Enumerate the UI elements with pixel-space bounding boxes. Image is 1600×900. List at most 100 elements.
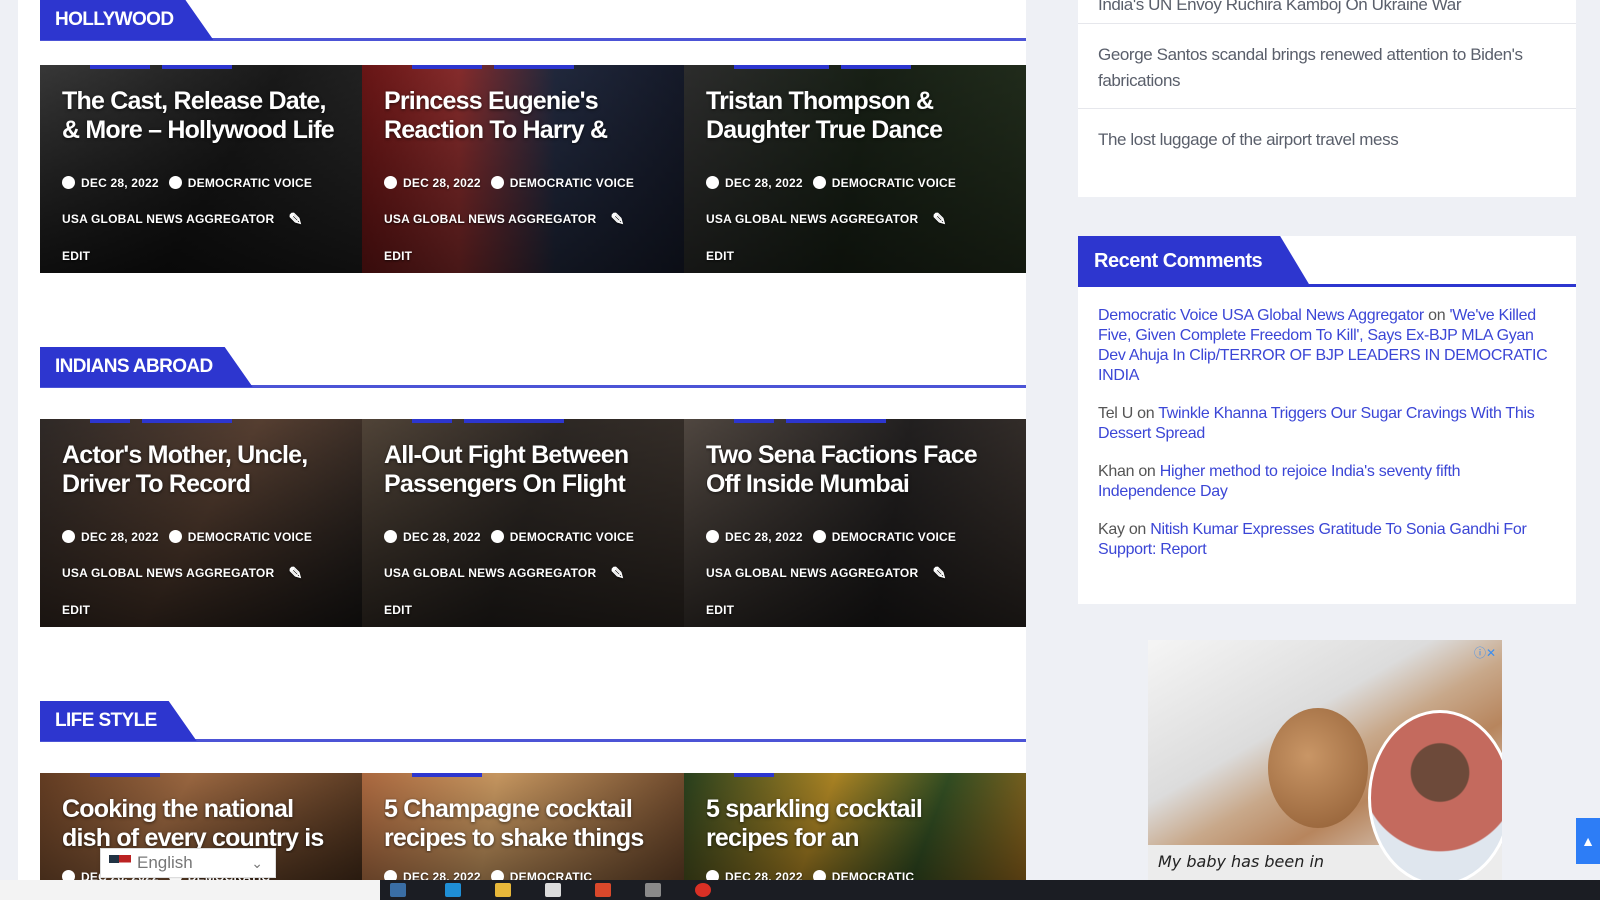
- news-card[interactable]: Two Sena Factions Face Off Inside Mumbai…: [684, 419, 1026, 627]
- news-card[interactable]: 5 Champagne cocktail recipes to shake th…: [362, 773, 684, 880]
- advertisement[interactable]: ⓘ✕ My baby has been in: [1148, 640, 1502, 880]
- section-title[interactable]: HOLLYWOOD: [40, 0, 213, 40]
- edit-icon[interactable]: ✎: [610, 202, 624, 238]
- user-icon: [812, 530, 826, 543]
- card-title[interactable]: Tristan Thompson & Daughter True Dance: [706, 87, 1006, 145]
- edit-icon[interactable]: ✎: [932, 202, 946, 238]
- card-title[interactable]: The Cast, Release Date, & More – Hollywo…: [62, 87, 342, 145]
- edit-link[interactable]: EDIT: [62, 249, 90, 263]
- edit-icon[interactable]: ✎: [288, 202, 302, 238]
- section-rule: [1078, 284, 1576, 287]
- card-meta: DEC 28, 2022 DEMOCRATIC: [384, 859, 654, 880]
- news-card[interactable]: The Cast, Release Date, & More – Hollywo…: [40, 65, 362, 273]
- comment-post-link[interactable]: Twinkle Khanna Triggers Our Sugar Cravin…: [1098, 405, 1535, 442]
- comment-on: on: [1138, 463, 1156, 480]
- comment-author: Khan: [1098, 463, 1135, 480]
- clock-icon: [62, 530, 75, 543]
- category-tags: [734, 773, 774, 777]
- ad-close-icon[interactable]: ⓘ✕: [1474, 644, 1496, 661]
- clock-icon: [706, 870, 719, 880]
- edit-icon[interactable]: ✎: [610, 556, 624, 592]
- comment-on: on: [1428, 307, 1446, 324]
- recent-comments-widget: Recent Comments Democratic Voice USA Glo…: [1078, 236, 1576, 604]
- card-date: DEC 28, 2022: [81, 176, 159, 190]
- card-title[interactable]: Cooking the national dish of every count…: [62, 795, 342, 853]
- recent-post-item[interactable]: George Santos scandal brings renewed att…: [1078, 24, 1576, 109]
- office-icon[interactable]: [595, 883, 611, 897]
- category-tags: [90, 773, 160, 777]
- news-card[interactable]: Tristan Thompson & Daughter True Dance D…: [684, 65, 1026, 273]
- clock-icon: [706, 176, 719, 189]
- edit-link[interactable]: EDIT: [384, 603, 412, 617]
- category-tags: [734, 65, 911, 69]
- recent-post-link[interactable]: India's UN Envoy Ruchira Kamboj On Ukrai…: [1098, 0, 1556, 18]
- recent-comments-title: Recent Comments: [1078, 236, 1310, 286]
- edit-link[interactable]: EDIT: [384, 249, 412, 263]
- section-rule: [40, 739, 1026, 742]
- edit-link[interactable]: EDIT: [706, 603, 734, 617]
- chrome-icon[interactable]: [695, 883, 711, 897]
- recent-posts-widget: India's UN Envoy Ruchira Kamboj On Ukrai…: [1078, 0, 1576, 197]
- clock-icon: [62, 870, 75, 880]
- edit-icon[interactable]: ✎: [932, 556, 946, 592]
- recent-post-item[interactable]: India's UN Envoy Ruchira Kamboj On Ukrai…: [1078, 0, 1576, 24]
- recent-post-link[interactable]: George Santos scandal brings renewed att…: [1098, 42, 1556, 94]
- recent-post-link[interactable]: The lost luggage of the airport travel m…: [1098, 127, 1556, 153]
- news-card[interactable]: All-Out Fight Between Passengers On Flig…: [362, 419, 684, 627]
- card-meta: DEC 28, 2022 DEMOCRATIC VOICE USA GLOBAL …: [62, 165, 332, 273]
- section-rule: [40, 38, 1026, 41]
- taskview-icon[interactable]: [390, 883, 406, 897]
- us-flag-icon: [109, 855, 131, 870]
- user-icon: [490, 176, 504, 189]
- user-icon: [490, 530, 504, 543]
- indians-abroad-cards: Actor's Mother, Uncle, Driver To Record …: [40, 419, 1026, 627]
- notepad-icon[interactable]: [545, 883, 561, 897]
- comment-item: Khan on Higher method to rejoice India's…: [1098, 462, 1553, 502]
- recent-post-item[interactable]: The lost luggage of the airport travel m…: [1078, 109, 1576, 167]
- comments-list: Democratic Voice USA Global News Aggrega…: [1098, 306, 1553, 578]
- section-header-indians-abroad: INDIANS ABROAD: [40, 347, 1026, 393]
- section-title[interactable]: LIFE STYLE: [40, 701, 197, 741]
- category-tags: [90, 419, 232, 423]
- user-icon: [490, 870, 504, 880]
- card-date: DEC 28, 2022: [725, 530, 803, 544]
- folder-icon[interactable]: [495, 883, 511, 897]
- news-card[interactable]: Princess Eugenie's Reaction To Harry & D…: [362, 65, 684, 273]
- card-title[interactable]: 5 Champagne cocktail recipes to shake th…: [384, 795, 664, 853]
- scroll-to-top-button[interactable]: ▲: [1576, 818, 1600, 864]
- card-meta: DEC 28, 2022 DEMOCRATIC VOICE USA GLOBAL …: [706, 165, 976, 273]
- arrow-up-icon: ▲: [1581, 833, 1595, 849]
- edit-link[interactable]: EDIT: [706, 249, 734, 263]
- card-title[interactable]: Actor's Mother, Uncle, Driver To Record: [62, 441, 342, 499]
- card-author[interactable]: DEMOCRATIC: [510, 870, 592, 880]
- recent-posts-list: India's UN Envoy Ruchira Kamboj On Ukrai…: [1078, 0, 1576, 167]
- taskbar-search[interactable]: [0, 880, 380, 900]
- card-title[interactable]: Princess Eugenie's Reaction To Harry &: [384, 87, 664, 145]
- edge-icon[interactable]: [445, 883, 461, 897]
- clock-icon: [384, 176, 397, 189]
- card-meta: DEC 28, 2022 DEMOCRATIC VOICE USA GLOBAL …: [384, 165, 654, 273]
- category-tags: [412, 419, 564, 423]
- card-title[interactable]: All-Out Fight Between Passengers On Flig…: [384, 441, 664, 499]
- card-meta: DEC 28, 2022 DEMOCRATIC VOICE USA GLOBAL …: [62, 519, 332, 627]
- section-title[interactable]: INDIANS ABROAD: [40, 347, 253, 387]
- ad-portrait: [1368, 710, 1502, 880]
- user-icon: [812, 870, 826, 880]
- edit-link[interactable]: EDIT: [62, 603, 90, 617]
- edit-icon[interactable]: ✎: [288, 556, 302, 592]
- news-card[interactable]: 5 sparkling cocktail recipes for an DEC …: [684, 773, 1026, 880]
- card-author[interactable]: DEMOCRATIC: [832, 870, 914, 880]
- news-card[interactable]: Actor's Mother, Uncle, Driver To Record …: [40, 419, 362, 627]
- comment-author[interactable]: Democratic Voice USA Global News Aggrega…: [1098, 307, 1424, 324]
- comment-post-link[interactable]: Nitish Kumar Expresses Gratitude To Soni…: [1098, 521, 1527, 558]
- card-title[interactable]: 5 sparkling cocktail recipes for an: [706, 795, 1006, 853]
- os-taskbar: [0, 880, 1600, 900]
- settings-icon[interactable]: [645, 883, 661, 897]
- language-value: English: [137, 853, 193, 872]
- ad-caption: My baby has been in: [1158, 852, 1325, 871]
- clock-icon: [706, 530, 719, 543]
- comment-author: Tel U: [1098, 405, 1133, 422]
- card-title[interactable]: Two Sena Factions Face Off Inside Mumbai: [706, 441, 1006, 499]
- clock-icon: [384, 530, 397, 543]
- language-selector[interactable]: English ⌄: [100, 848, 276, 878]
